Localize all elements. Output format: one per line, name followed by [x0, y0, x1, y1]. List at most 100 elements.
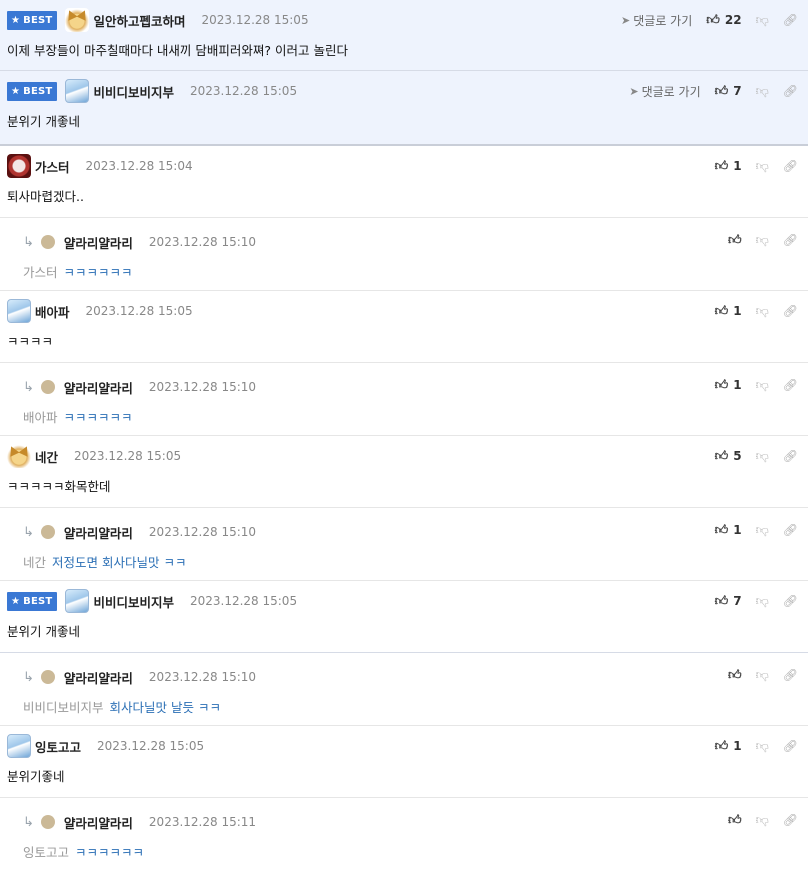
like-button[interactable]: 👍︎ 1: [715, 159, 742, 174]
thumbs-up-icon: 👍︎: [714, 303, 729, 319]
nickname[interactable]: 네간: [35, 447, 58, 466]
avatar[interactable]: [65, 8, 90, 32]
avatar[interactable]: [40, 670, 55, 684]
comment-text: 네간 저정도면 회사다닐맛 ㅋㅋ: [23, 555, 187, 570]
avatar[interactable]: [40, 815, 55, 829]
timestamp: 2023.12.28 15:05: [189, 84, 298, 98]
best-comment: ★ BEST 일안하고펩코하며 2023.12.28 15:05 ➤ 댓글로 가기 …: [0, 0, 808, 71]
goto-comment-button[interactable]: ➤ 댓글로 가기: [621, 12, 692, 29]
like-button[interactable]: 👍︎ 1: [715, 304, 742, 319]
timestamp: 2023.12.28 15:04: [85, 159, 193, 173]
star-icon: ★: [11, 595, 21, 607]
avatar[interactable]: [7, 299, 31, 323]
like-button[interactable]: 👍︎ 5: [715, 449, 742, 464]
dislike-button[interactable]: 👎︎: [756, 13, 769, 28]
like-button[interactable]: 👍︎ 7: [715, 594, 742, 609]
mention: 가스터: [23, 265, 58, 280]
comment: 가스터 2023.12.28 15:04 👍︎ 1 👎︎ 🔗︎ 퇴사마렵겠다..: [0, 146, 808, 218]
reply-comment: ↳ 얄라리얄라리 2023.12.28 15:10 👍︎ 👎︎ 🔗︎ 가스터 ㅋㅋ…: [0, 218, 808, 291]
reply-arrow-icon: ↳: [23, 379, 34, 395]
link-icon[interactable]: 🔗︎: [783, 159, 798, 173]
nickname[interactable]: 비비디보비지부: [93, 592, 174, 611]
thumbs-up-icon: 👍︎: [727, 812, 742, 828]
link-icon[interactable]: 🔗︎: [783, 13, 798, 27]
like-button[interactable]: 👍︎ 1: [715, 523, 742, 538]
dislike-button[interactable]: 👎︎: [756, 449, 769, 464]
link-icon[interactable]: 🔗︎: [783, 84, 798, 98]
comment-text: 가스터 ㅋㅋㅋㅋㅋㅋ: [23, 265, 133, 280]
thumbs-up-icon: 👍︎: [714, 522, 729, 538]
dislike-button[interactable]: 👎︎: [756, 159, 769, 174]
best-badge: ★ BEST: [7, 10, 58, 30]
like-button[interactable]: 👍︎ 7: [715, 84, 742, 99]
link-icon[interactable]: 🔗︎: [783, 523, 798, 537]
avatar[interactable]: [65, 79, 90, 103]
comment-text: ㅋㅋㅋㅋㅋ화목한데: [7, 479, 111, 494]
comment-text: 분위기 개좋네: [7, 624, 80, 639]
goto-comment-button[interactable]: ➤ 댓글로 가기: [629, 83, 700, 100]
thumbs-up-icon: 👍︎: [727, 232, 742, 248]
link-icon[interactable]: 🔗︎: [783, 813, 798, 827]
nickname[interactable]: 배아파: [35, 302, 70, 321]
like-button[interactable]: 👍︎: [728, 668, 742, 683]
nickname[interactable]: 얄라리얄라리: [64, 523, 133, 542]
comment-text: 분위기 개좋네: [7, 114, 80, 129]
link-icon[interactable]: 🔗︎: [783, 304, 798, 318]
nickname[interactable]: 가스터: [35, 157, 70, 176]
link-icon[interactable]: 🔗︎: [783, 449, 798, 463]
comment-text: 퇴사마렵겠다..: [7, 189, 84, 204]
link-icon[interactable]: 🔗︎: [783, 594, 798, 608]
nickname[interactable]: 일안하고펩코하며: [93, 11, 185, 30]
send-icon: ➤: [621, 13, 631, 27]
star-icon: ★: [11, 85, 21, 97]
dislike-button[interactable]: 👎︎: [756, 84, 769, 99]
thumbs-up-icon: 👍︎: [706, 12, 720, 28]
dislike-button[interactable]: 👎︎: [756, 233, 769, 248]
avatar[interactable]: [7, 154, 31, 178]
dislike-button[interactable]: 👎︎: [756, 739, 769, 754]
avatar[interactable]: [40, 525, 55, 539]
comment: 네간 2023.12.28 15:05 👍︎ 5 👎︎ 🔗︎ ㅋㅋㅋㅋㅋ화목한데: [0, 436, 808, 508]
dislike-button[interactable]: 👎︎: [756, 813, 769, 828]
like-button[interactable]: 👍︎ 1: [715, 739, 742, 754]
link-icon[interactable]: 🔗︎: [783, 378, 798, 392]
avatar[interactable]: [7, 444, 31, 468]
thumbs-up-icon: 👍︎: [714, 738, 729, 754]
nickname[interactable]: 얄라리얄라리: [64, 813, 133, 832]
comment-text: ㅋㅋㅋㅋ: [7, 334, 54, 349]
dislike-button[interactable]: 👎︎: [756, 594, 769, 609]
reply-comment: ↳ 얄라리얄라리 2023.12.28 15:10 👍︎ 1 👎︎ 🔗︎ 배아파 ㅋ…: [0, 363, 808, 436]
reply-arrow-icon: ↳: [23, 669, 34, 685]
link-icon[interactable]: 🔗︎: [783, 739, 798, 753]
link-icon[interactable]: 🔗︎: [783, 233, 798, 247]
timestamp: 2023.12.28 15:05: [74, 449, 182, 463]
avatar[interactable]: [65, 589, 90, 613]
avatar[interactable]: [7, 734, 31, 758]
timestamp: 2023.12.28 15:10: [148, 235, 257, 249]
nickname[interactable]: 얄라리얄라리: [64, 378, 133, 397]
avatar[interactable]: [40, 235, 55, 249]
dislike-button[interactable]: 👎︎: [756, 668, 769, 683]
link-icon[interactable]: 🔗︎: [783, 668, 798, 682]
nickname[interactable]: 비비디보비지부: [93, 82, 174, 101]
nickname[interactable]: 얄라리얄라리: [64, 233, 133, 252]
comment: 잉토고고 2023.12.28 15:05 👍︎ 1 👎︎ 🔗︎ 분위기좋네: [0, 726, 808, 798]
comment-list: ★ BEST 일안하고펩코하며 2023.12.28 15:05 ➤ 댓글로 가기 …: [0, 0, 808, 871]
dislike-button[interactable]: 👎︎: [756, 523, 769, 538]
reply-arrow-icon: ↳: [23, 814, 34, 830]
like-button[interactable]: 👍︎: [728, 813, 742, 828]
avatar[interactable]: [40, 380, 55, 394]
dislike-button[interactable]: 👎︎: [756, 378, 769, 393]
nickname[interactable]: 잉토고고: [35, 737, 81, 756]
reply-comment: ↳ 얄라리얄라리 2023.12.28 15:10 👍︎ 1 👎︎ 🔗︎ 네간 저정…: [0, 508, 808, 581]
dislike-button[interactable]: 👎︎: [756, 304, 769, 319]
reply-arrow-icon: ↳: [23, 234, 34, 250]
nickname[interactable]: 얄라리얄라리: [64, 668, 133, 687]
comment-text: 분위기좋네: [7, 769, 65, 784]
comment-text: 잉토고고 ㅋㅋㅋㅋㅋㅋ: [23, 845, 145, 860]
like-button[interactable]: 👍︎: [728, 233, 742, 248]
comment-text: 배아파 ㅋㅋㅋㅋㅋㅋ: [23, 410, 133, 425]
reply-arrow-icon: ↳: [23, 524, 34, 540]
like-button[interactable]: 👍︎ 1: [715, 378, 742, 393]
like-button[interactable]: 👍︎ 22: [706, 13, 741, 28]
